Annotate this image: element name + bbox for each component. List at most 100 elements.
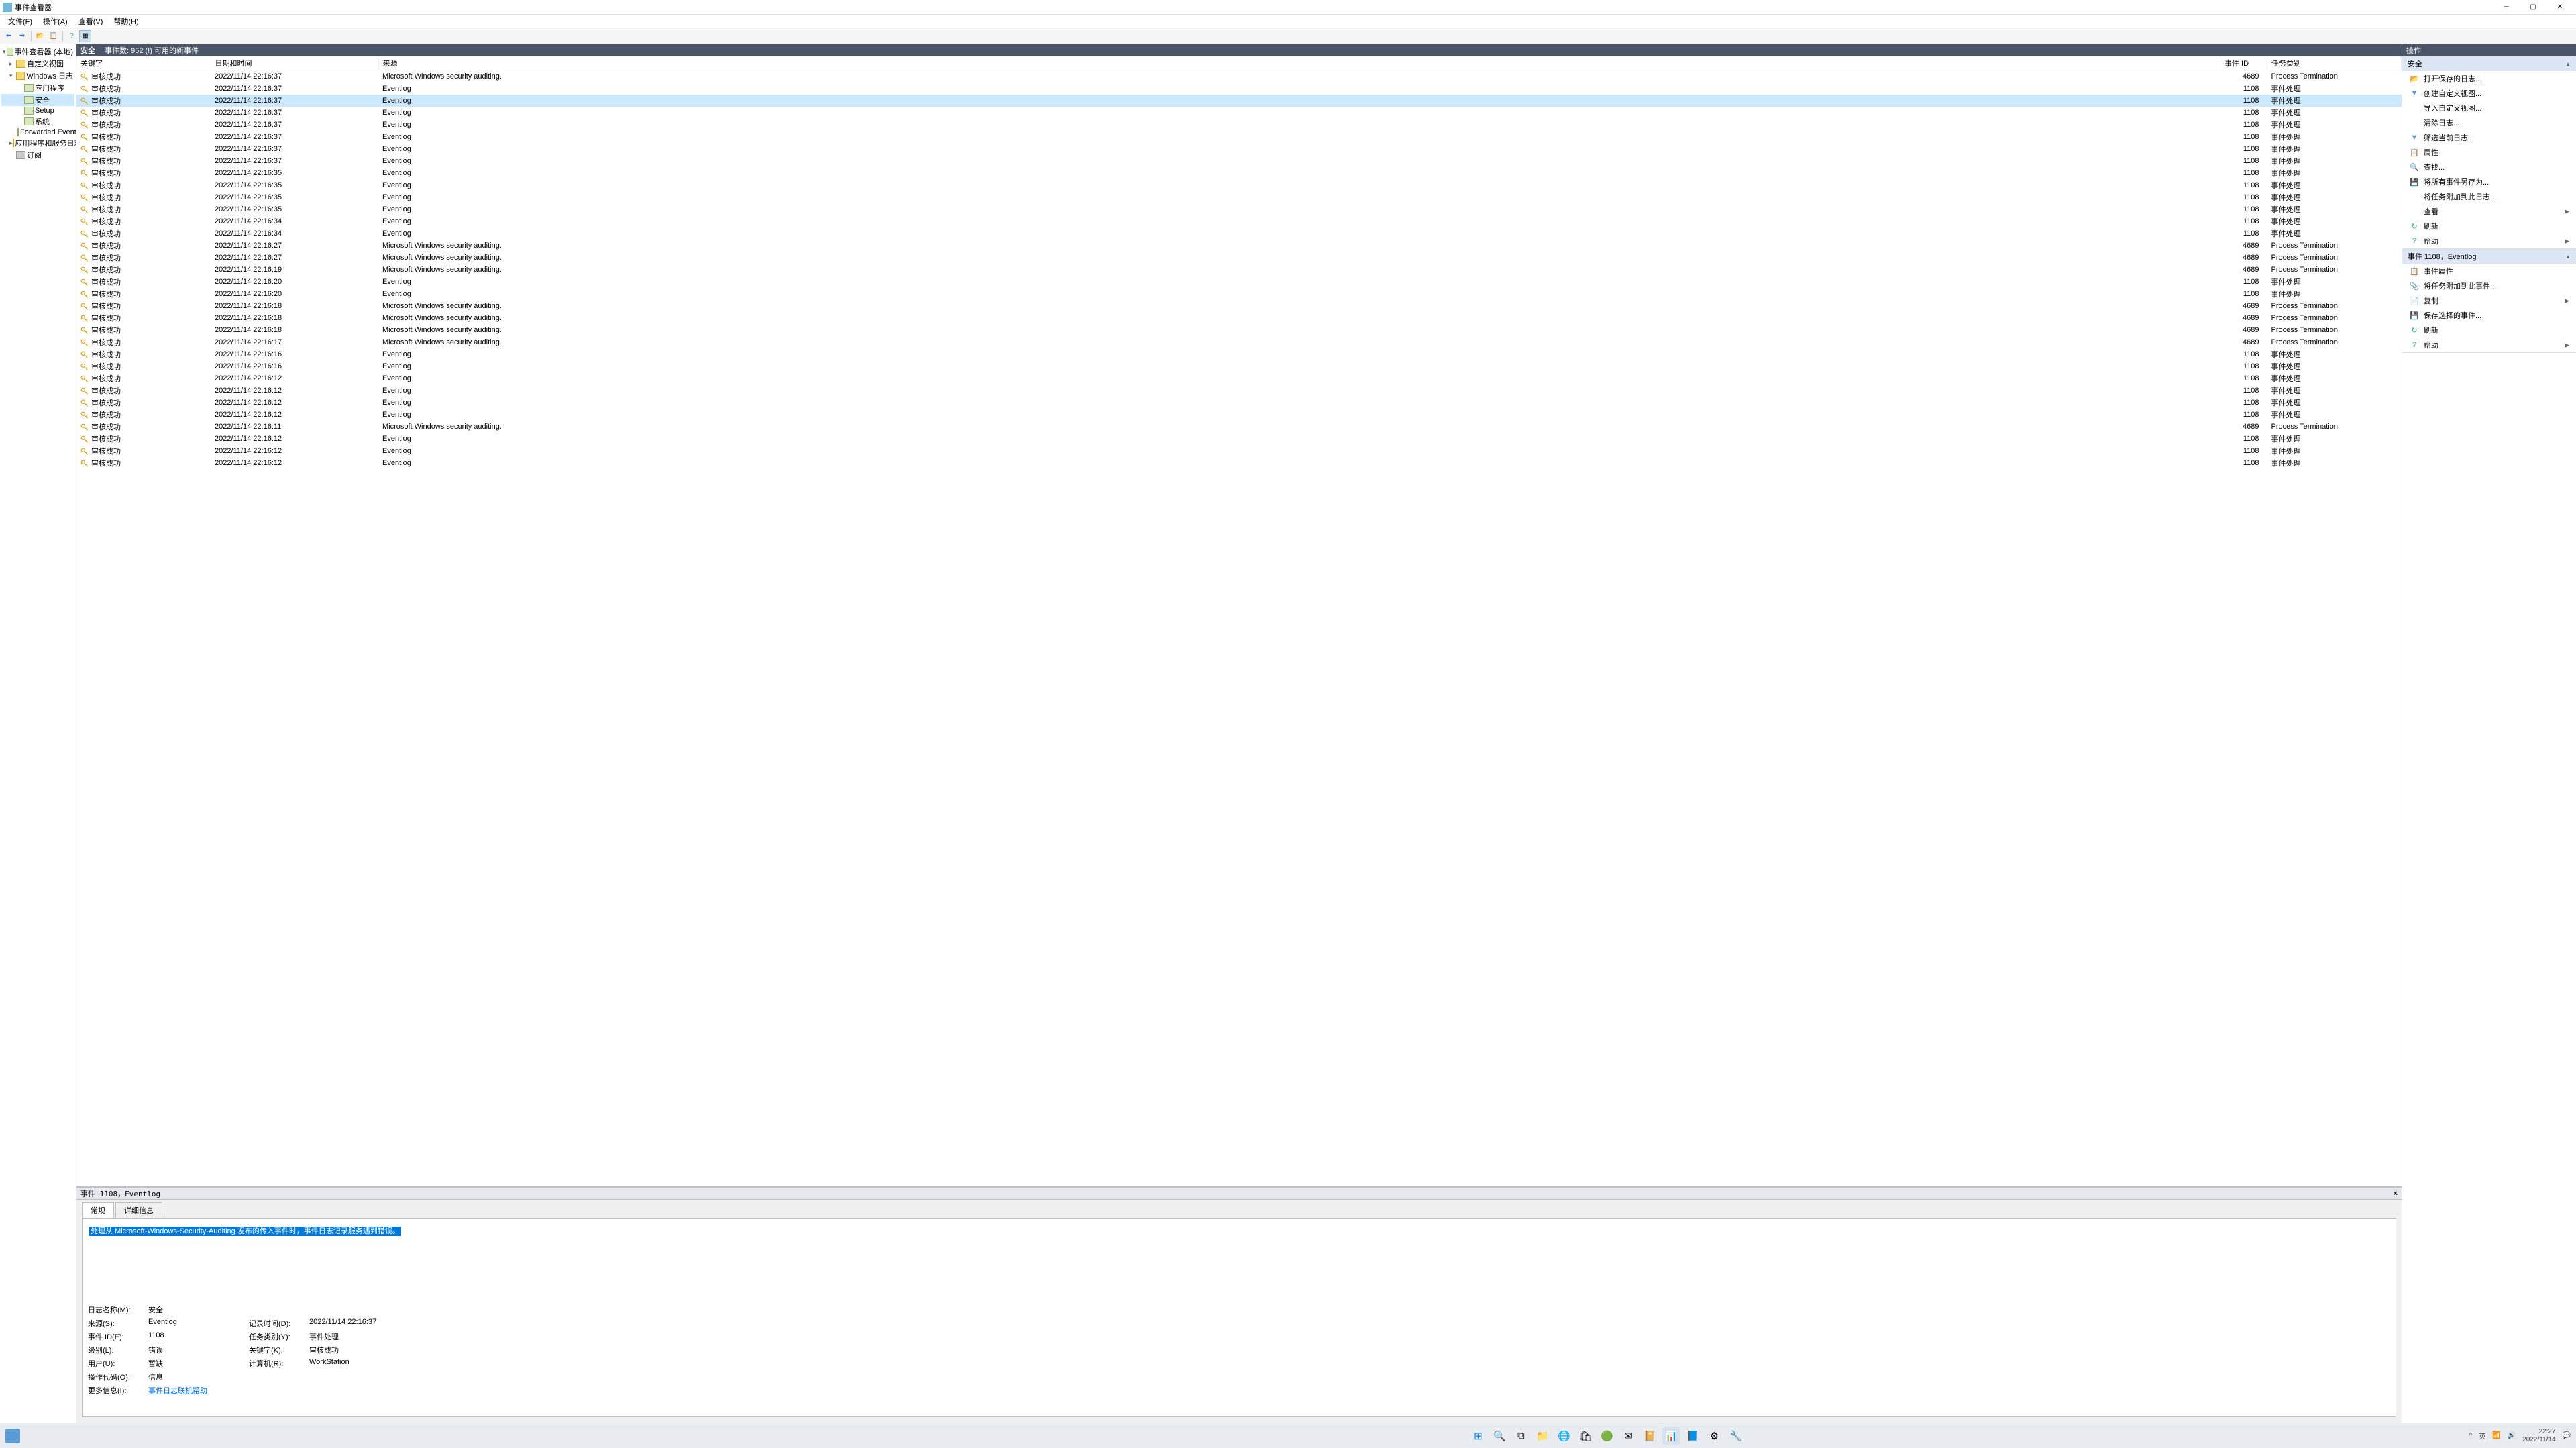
menu-view[interactable]: 查看(V) bbox=[73, 15, 109, 28]
table-row[interactable]: 审核成功2022/11/14 22:16:20Eventlog1108事件处理 bbox=[76, 288, 2402, 300]
table-row[interactable]: 审核成功2022/11/14 22:16:12Eventlog1108事件处理 bbox=[76, 397, 2402, 409]
table-row[interactable]: 审核成功2022/11/14 22:16:12Eventlog1108事件处理 bbox=[76, 384, 2402, 397]
table-row[interactable]: 审核成功2022/11/14 22:16:35Eventlog1108事件处理 bbox=[76, 203, 2402, 215]
table-row[interactable]: 审核成功2022/11/14 22:16:16Eventlog1108事件处理 bbox=[76, 360, 2402, 372]
action-item[interactable]: 🔍查找... bbox=[2402, 160, 2576, 174]
app-icon-2[interactable]: 📔 bbox=[1641, 1427, 1658, 1445]
table-row[interactable]: 审核成功2022/11/14 22:16:37Eventlog1108事件处理 bbox=[76, 107, 2402, 119]
mail-icon[interactable]: ✉ bbox=[1619, 1427, 1637, 1445]
action-item[interactable]: 💾保存选择的事件... bbox=[2402, 308, 2576, 323]
tab-general[interactable]: 常规 bbox=[82, 1202, 114, 1218]
taskbar[interactable]: ⊞ 🔍 ⧉ 📁 🌐 🛍 🟢 ✉ 📔 📊 📘 ⚙ 🔧 ^ 英 📶 🔊 22:27 … bbox=[0, 1423, 2576, 1448]
search-button[interactable]: 🔍 bbox=[1491, 1427, 1508, 1445]
collapse-icon[interactable]: ▲ bbox=[2565, 61, 2571, 67]
tree-item[interactable]: Forwarded Events bbox=[1, 127, 74, 137]
explorer-icon[interactable]: 📁 bbox=[1534, 1427, 1551, 1445]
table-row[interactable]: 审核成功2022/11/14 22:16:16Eventlog1108事件处理 bbox=[76, 348, 2402, 360]
back-button[interactable]: ⬅ bbox=[3, 30, 15, 42]
table-row[interactable]: 审核成功2022/11/14 22:16:12Eventlog1108事件处理 bbox=[76, 433, 2402, 445]
app-icon-1[interactable]: 🟢 bbox=[1598, 1427, 1615, 1445]
close-button[interactable]: ✕ bbox=[2546, 0, 2573, 15]
col-task[interactable]: 任务类别 bbox=[2267, 56, 2402, 70]
app-icon-4[interactable]: 📘 bbox=[1684, 1427, 1701, 1445]
help-button[interactable]: ? bbox=[66, 30, 78, 42]
action-item[interactable]: 💾将所有事件另存为... bbox=[2402, 174, 2576, 189]
taskview-button[interactable]: ⧉ bbox=[1512, 1427, 1529, 1445]
table-row[interactable]: 审核成功2022/11/14 22:16:37Microsoft Windows… bbox=[76, 70, 2402, 83]
action-item[interactable]: 📂打开保存的日志... bbox=[2402, 71, 2576, 86]
event-table-container[interactable]: 关键字 日期和时间 来源 事件 ID 任务类别 审核成功2022/11/14 2… bbox=[76, 56, 2402, 1186]
table-row[interactable]: 审核成功2022/11/14 22:16:17Microsoft Windows… bbox=[76, 336, 2402, 348]
action-item[interactable]: ↻刷新 bbox=[2402, 219, 2576, 234]
start-button[interactable]: ⊞ bbox=[1469, 1427, 1487, 1445]
table-row[interactable]: 审核成功2022/11/14 22:16:12Eventlog1108事件处理 bbox=[76, 457, 2402, 469]
action-item[interactable]: ?帮助▶ bbox=[2402, 234, 2576, 248]
volume-icon[interactable]: 🔊 bbox=[2508, 1432, 2516, 1439]
col-date[interactable]: 日期和时间 bbox=[211, 56, 378, 70]
expand-icon[interactable]: ▸ bbox=[9, 60, 16, 68]
edge-icon[interactable]: 🌐 bbox=[1555, 1427, 1572, 1445]
minimize-button[interactable]: ─ bbox=[2493, 0, 2520, 15]
forward-button[interactable]: ➡ bbox=[16, 30, 28, 42]
tree-item[interactable]: 订阅 bbox=[1, 149, 74, 161]
action-item[interactable]: 查看▶ bbox=[2402, 204, 2576, 219]
table-row[interactable]: 审核成功2022/11/14 22:16:18Microsoft Windows… bbox=[76, 300, 2402, 312]
table-row[interactable]: 审核成功2022/11/14 22:16:12Eventlog1108事件处理 bbox=[76, 445, 2402, 457]
detail-close-button[interactable]: × bbox=[2394, 1190, 2398, 1198]
action-item[interactable]: ▼筛选当前日志... bbox=[2402, 130, 2576, 145]
action-item[interactable]: 📋事件属性 bbox=[2402, 264, 2576, 278]
action-item[interactable]: 将任务附加到此日志... bbox=[2402, 189, 2576, 204]
action-item[interactable]: 📄复制▶ bbox=[2402, 293, 2576, 308]
table-row[interactable]: 审核成功2022/11/14 22:16:12Eventlog1108事件处理 bbox=[76, 409, 2402, 421]
tree-item[interactable]: 应用程序 bbox=[1, 82, 74, 94]
table-row[interactable]: 审核成功2022/11/14 22:16:12Eventlog1108事件处理 bbox=[76, 372, 2402, 384]
tree-item[interactable]: 安全 bbox=[1, 94, 74, 106]
app-icon-3[interactable]: 📊 bbox=[1662, 1427, 1680, 1445]
menu-action[interactable]: 操作(A) bbox=[38, 15, 73, 28]
col-id[interactable]: 事件 ID bbox=[2220, 56, 2267, 70]
action-item[interactable]: ↻刷新 bbox=[2402, 323, 2576, 338]
wifi-icon[interactable]: 📶 bbox=[2492, 1432, 2500, 1439]
app-icon-5[interactable]: 🔧 bbox=[1727, 1427, 1744, 1445]
collapse-icon[interactable]: ▲ bbox=[2565, 254, 2571, 260]
properties-button[interactable]: 📋 bbox=[48, 30, 60, 42]
action-item[interactable]: ▼创建自定义视图... bbox=[2402, 86, 2576, 101]
tree-item[interactable]: ▸自定义视图 bbox=[1, 58, 74, 70]
notification-icon[interactable]: 💬 bbox=[2563, 1432, 2571, 1439]
tree-item[interactable]: Setup bbox=[1, 106, 74, 115]
table-row[interactable]: 审核成功2022/11/14 22:16:35Eventlog1108事件处理 bbox=[76, 179, 2402, 191]
table-row[interactable]: 审核成功2022/11/14 22:16:18Microsoft Windows… bbox=[76, 312, 2402, 324]
table-row[interactable]: 审核成功2022/11/14 22:16:27Microsoft Windows… bbox=[76, 252, 2402, 264]
table-row[interactable]: 审核成功2022/11/14 22:16:20Eventlog1108事件处理 bbox=[76, 276, 2402, 288]
table-row[interactable]: 审核成功2022/11/14 22:16:37Eventlog1108事件处理 bbox=[76, 83, 2402, 95]
table-row[interactable]: 审核成功2022/11/14 22:16:19Microsoft Windows… bbox=[76, 264, 2402, 276]
action-item[interactable]: 导入自定义视图... bbox=[2402, 101, 2576, 115]
store-icon[interactable]: 🛍 bbox=[1576, 1427, 1594, 1445]
settings-icon[interactable]: ⚙ bbox=[1705, 1427, 1723, 1445]
menu-help[interactable]: 帮助(H) bbox=[108, 15, 144, 28]
preview-button[interactable]: ▦ bbox=[79, 30, 91, 42]
table-row[interactable]: 审核成功2022/11/14 22:16:11Microsoft Windows… bbox=[76, 421, 2402, 433]
action-item[interactable]: ?帮助▶ bbox=[2402, 338, 2576, 352]
taskbar-app-icon[interactable] bbox=[5, 1429, 20, 1443]
chevron-up-icon[interactable]: ^ bbox=[2469, 1432, 2473, 1439]
action-item[interactable]: 📋属性 bbox=[2402, 145, 2576, 160]
table-row[interactable]: 审核成功2022/11/14 22:16:35Eventlog1108事件处理 bbox=[76, 191, 2402, 203]
action-item[interactable]: 📎将任务附加到此事件... bbox=[2402, 278, 2576, 293]
tree-item[interactable]: ▾Windows 日志 bbox=[1, 70, 74, 82]
table-row[interactable]: 审核成功2022/11/14 22:16:27Microsoft Windows… bbox=[76, 240, 2402, 252]
clock[interactable]: 22:27 2022/11/14 bbox=[2522, 1428, 2555, 1444]
maximize-button[interactable]: ▢ bbox=[2520, 0, 2546, 15]
table-row[interactable]: 审核成功2022/11/14 22:16:37Eventlog1108事件处理 bbox=[76, 119, 2402, 131]
tree-sidebar[interactable]: ▾ 事件查看器 (本地) ▸自定义视图▾Windows 日志应用程序安全Setu… bbox=[0, 44, 76, 1423]
tree-item[interactable]: 系统 bbox=[1, 115, 74, 127]
table-row[interactable]: 审核成功2022/11/14 22:16:34Eventlog1108事件处理 bbox=[76, 227, 2402, 240]
tree-item[interactable]: ▸应用程序和服务日志 bbox=[1, 137, 74, 149]
prop-value[interactable]: 事件日志联机帮助 bbox=[148, 1385, 249, 1396]
action-item[interactable]: 清除日志... bbox=[2402, 115, 2576, 130]
table-row[interactable]: 审核成功2022/11/14 22:16:37Eventlog1108事件处理 bbox=[76, 155, 2402, 167]
message-text[interactable]: 处理从 Microsoft-Windows-Security-Auditing … bbox=[89, 1227, 401, 1236]
col-source[interactable]: 来源 bbox=[378, 56, 2220, 70]
ime-indicator[interactable]: 英 bbox=[2479, 1431, 2485, 1441]
table-row[interactable]: 审核成功2022/11/14 22:16:34Eventlog1108事件处理 bbox=[76, 215, 2402, 227]
